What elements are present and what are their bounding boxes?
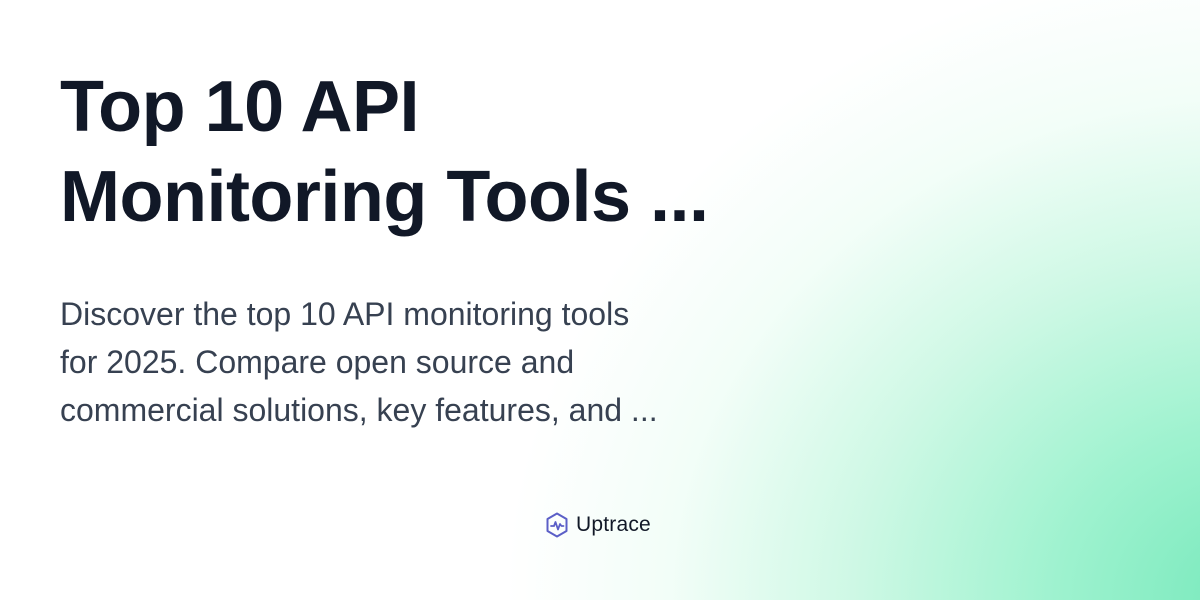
brand: Uptrace — [545, 511, 651, 539]
description-line: for 2025. Compare open source and — [60, 344, 575, 380]
page-title: Top 10 API Monitoring Tools ... — [60, 62, 820, 242]
title-line: Top 10 API — [60, 67, 420, 147]
uptrace-logo-icon — [546, 512, 568, 538]
description-line: Discover the top 10 API monitoring tools — [60, 296, 630, 332]
description: Discover the top 10 API monitoring tools… — [60, 290, 780, 434]
brand-name: Uptrace — [576, 513, 651, 536]
description-line: commercial solutions, key features, and … — [60, 392, 658, 428]
title-line: Monitoring Tools ... — [60, 157, 709, 237]
